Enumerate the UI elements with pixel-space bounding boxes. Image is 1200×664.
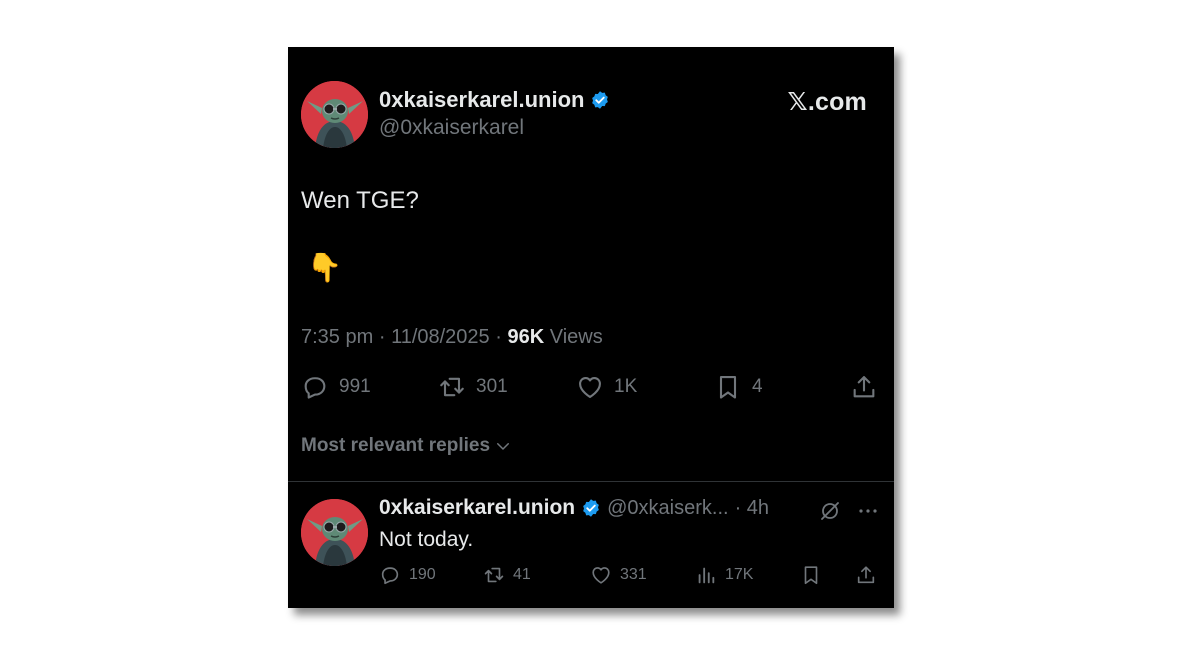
x-logo: 𝕏.com: [787, 88, 867, 116]
post-date[interactable]: 11/08/2025: [391, 326, 490, 348]
like-count: 1K: [614, 376, 638, 397]
repost-button[interactable]: 301: [438, 373, 508, 401]
pointing-down-emoji: 👇: [307, 252, 342, 283]
post-text: Wen TGE?: [301, 187, 419, 214]
verified-badge-icon: [581, 498, 601, 518]
share-button[interactable]: [850, 373, 878, 401]
reply-text: Not today.: [379, 528, 474, 551]
post-card: 0xkaiserkarel.union @0xkaiserkarel 𝕏.com…: [288, 47, 894, 608]
reply-age[interactable]: · 4h: [735, 497, 769, 520]
reply-button[interactable]: 991: [301, 373, 371, 401]
reply-like-count: 331: [620, 566, 647, 583]
reply-count: 991: [339, 376, 371, 397]
reply-toolbar: [818, 499, 880, 523]
reply-reply-count: 190: [409, 566, 436, 583]
post-time[interactable]: 7:35 pm: [301, 326, 373, 348]
heart-icon: [592, 567, 610, 584]
views-label: Views: [549, 326, 603, 348]
reply-display-name[interactable]: 0xkaiserkarel.union: [379, 496, 575, 520]
reply-views-count: 17K: [725, 566, 754, 583]
avatar[interactable]: [301, 81, 368, 148]
like-button[interactable]: 1K: [576, 373, 637, 401]
more-options-icon[interactable]: [856, 499, 880, 523]
avatar-image: [301, 499, 368, 566]
reply-views-button[interactable]: 17K: [695, 564, 753, 586]
repost-count: 301: [476, 376, 508, 397]
reply-handle[interactable]: @0xkaiserk...: [607, 497, 728, 520]
bookmark-icon: [719, 376, 737, 399]
verified-badge-icon: [590, 90, 610, 110]
replies-sort-label: Most relevant replies: [301, 435, 491, 456]
repost-icon: [484, 567, 504, 583]
meta-separator: ·: [495, 326, 502, 348]
reply-icon: [381, 567, 399, 585]
post-actions: 991 301 1K 4: [301, 373, 879, 403]
repost-icon: [440, 377, 464, 397]
reply-actions: 190 41 331 17K: [379, 564, 879, 588]
bookmark-button[interactable]: 4: [714, 373, 763, 401]
reply-reply-button[interactable]: 190: [379, 564, 436, 586]
grok-icon[interactable]: [818, 499, 842, 523]
chevron-down-icon: [497, 443, 510, 450]
views-chart-icon: [698, 567, 715, 584]
share-icon: [853, 376, 875, 398]
post-meta: 7:35 pm · 11/08/2025 · 96K Views: [301, 326, 603, 349]
reply-author-row: 0xkaiserkarel.union @0xkaiserk... · 4h: [379, 496, 769, 520]
reply-avatar[interactable]: [301, 499, 368, 566]
reply-repost-count: 41: [513, 566, 531, 583]
reply-bookmark-button[interactable]: [800, 564, 822, 586]
divider: [288, 481, 894, 482]
user-handle[interactable]: @0xkaiserkarel: [379, 116, 524, 140]
heart-icon: [579, 376, 601, 398]
reply-repost-button[interactable]: 41: [483, 564, 531, 586]
reply-icon: [304, 377, 326, 399]
reply-like-button[interactable]: 331: [590, 564, 647, 586]
share-icon: [857, 566, 875, 584]
meta-separator: ·: [378, 326, 386, 348]
avatar-image: [301, 81, 368, 148]
bookmark-icon: [804, 566, 818, 585]
display-name[interactable]: 0xkaiserkarel.union: [379, 87, 584, 113]
reply-share-button[interactable]: [855, 564, 877, 586]
author-row: 0xkaiserkarel.union: [379, 87, 610, 113]
bookmark-count: 4: [752, 376, 763, 397]
replies-sort-dropdown[interactable]: Most relevant replies: [301, 435, 512, 457]
views-count: 96K: [507, 326, 545, 348]
